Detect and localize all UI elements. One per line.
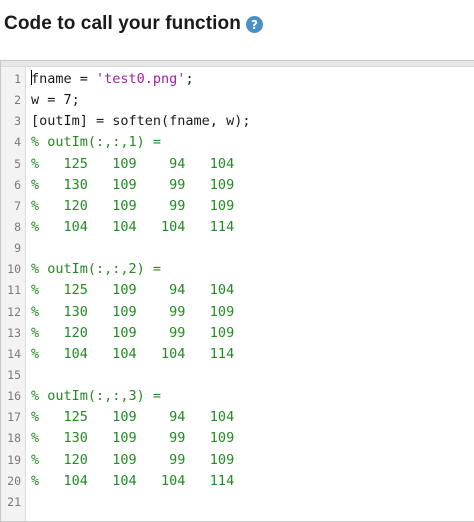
code-comment: % outIm(:,:,1) =	[31, 134, 162, 151]
code-text[interactable]: % 130 109 99 109	[31, 428, 234, 449]
section-header: Code to call your function ?	[4, 8, 263, 40]
code-line[interactable]: 11 % 125 109 94 104	[1, 280, 474, 301]
line-number: 7	[14, 198, 21, 213]
line-number: 1	[14, 72, 21, 86]
code-text[interactable]: % 125 109 94 104	[31, 280, 234, 301]
code-token: fname =	[31, 71, 97, 87]
code-text[interactable]: w = 7;	[31, 90, 80, 111]
code-text[interactable]: % 130 109 99 109	[31, 175, 234, 196]
line-number: 4	[14, 135, 21, 150]
code-lines[interactable]: 1 fname = 'test0.png'; 2 w = 7; 3 [outIm] = s…	[1, 69, 474, 513]
code-comment: % 104 104 104 114	[31, 218, 235, 235]
code-text[interactable]: % 104 104 104 114	[31, 217, 234, 238]
code-text[interactable]: % 130 109 99 109	[31, 302, 234, 323]
code-comment: % 125 109 94 104	[31, 155, 235, 172]
code-comment: % outIm(:,:,2) =	[31, 261, 162, 278]
code-text[interactable]: % 120 109 99 109	[31, 323, 234, 344]
line-number: 8	[14, 219, 21, 234]
help-icon[interactable]: ?	[245, 16, 263, 33]
code-text[interactable]: [outIm] = soften(fname, w);	[31, 111, 250, 132]
code-comment: % 130 109 99 109	[31, 430, 235, 447]
editor-top-border	[1, 61, 474, 67]
code-line[interactable]: 10 % outIm(:,:,2) =	[1, 259, 474, 280]
line-number: 14	[7, 346, 21, 361]
line-number: 18	[7, 431, 21, 446]
code-editor[interactable]: 1 fname = 'test0.png'; 2 w = 7; 3 [outIm] = s…	[0, 60, 474, 522]
line-number: 17	[7, 410, 21, 425]
code-line[interactable]: 4 % outIm(:,:,1) =	[1, 132, 474, 153]
code-comment: % 130 109 99 109	[31, 303, 235, 320]
line-number: 13	[7, 325, 21, 340]
code-line[interactable]: 15	[1, 365, 474, 386]
line-number: 20	[7, 473, 21, 488]
code-token: w = 7;	[31, 92, 80, 109]
line-number: 3	[14, 114, 21, 129]
line-number: 10	[7, 262, 21, 277]
code-line[interactable]: 14 % 104 104 104 114	[1, 344, 474, 365]
code-line[interactable]: 1 fname = 'test0.png';	[1, 69, 474, 90]
code-line[interactable]: 20 % 104 104 104 114	[1, 471, 474, 492]
code-line[interactable]: 21	[1, 492, 474, 513]
code-line[interactable]: 8 % 104 104 104 114	[1, 217, 474, 238]
code-text[interactable]: % 120 109 99 109	[31, 450, 234, 471]
line-number: 9	[14, 241, 21, 256]
code-text[interactable]: % outIm(:,:,1) =	[31, 132, 161, 153]
code-text[interactable]: fname = 'test0.png';	[31, 69, 194, 90]
code-comment: % 130 109 99 109	[31, 176, 235, 193]
line-number: 12	[7, 304, 21, 319]
code-line[interactable]: 16 % outIm(:,:,3) =	[1, 386, 474, 407]
code-comment: % 125 109 94 104	[31, 282, 235, 299]
line-number: 19	[7, 452, 21, 467]
code-token: ;	[185, 71, 194, 87]
code-comment: % 104 104 104 114	[31, 345, 235, 362]
code-line[interactable]: 5 % 125 109 94 104	[1, 154, 474, 175]
code-comment: % 125 109 94 104	[31, 409, 235, 426]
code-comment: % outIm(:,:,3) =	[31, 388, 162, 405]
section-title: Code to call your function	[4, 13, 241, 34]
code-comment: % 104 104 104 114	[31, 472, 235, 489]
code-comment: % 120 109 99 109	[31, 197, 235, 214]
line-number: 2	[14, 93, 21, 108]
code-text[interactable]: % 125 109 94 104	[31, 154, 234, 175]
code-comment: % 120 109 99 109	[31, 451, 235, 468]
line-number: 5	[14, 156, 21, 171]
code-line[interactable]: 18 % 130 109 99 109	[1, 428, 474, 449]
code-line[interactable]: 3 [outIm] = soften(fname, w);	[1, 111, 474, 132]
line-number: 6	[14, 177, 21, 192]
code-text[interactable]: % 104 104 104 114	[31, 471, 234, 492]
line-number: 15	[7, 367, 21, 382]
code-text[interactable]: % 125 109 94 104	[31, 407, 234, 428]
code-line[interactable]: 2 w = 7;	[1, 90, 474, 111]
code-text[interactable]: % 104 104 104 114	[31, 344, 234, 365]
code-string: 'test0.png'	[96, 71, 186, 87]
code-line[interactable]: 7 % 120 109 99 109	[1, 196, 474, 217]
code-token: [outIm] = soften(fname, w);	[31, 113, 251, 130]
code-line[interactable]: 9	[1, 238, 474, 259]
code-line[interactable]: 13 % 120 109 99 109	[1, 323, 474, 344]
code-text[interactable]: % outIm(:,:,3) =	[31, 386, 161, 407]
code-text[interactable]: % 120 109 99 109	[31, 196, 234, 217]
line-number: 11	[7, 283, 21, 298]
code-text[interactable]: % outIm(:,:,2) =	[31, 259, 161, 280]
line-number: 21	[7, 494, 21, 509]
code-line[interactable]: 6 % 130 109 99 109	[1, 175, 474, 196]
code-comment: % 120 109 99 109	[31, 324, 235, 341]
code-line[interactable]: 19 % 120 109 99 109	[1, 450, 474, 471]
line-number: 16	[7, 389, 21, 404]
code-line[interactable]: 12 % 130 109 99 109	[1, 302, 474, 323]
code-line[interactable]: 17 % 125 109 94 104	[1, 407, 474, 428]
